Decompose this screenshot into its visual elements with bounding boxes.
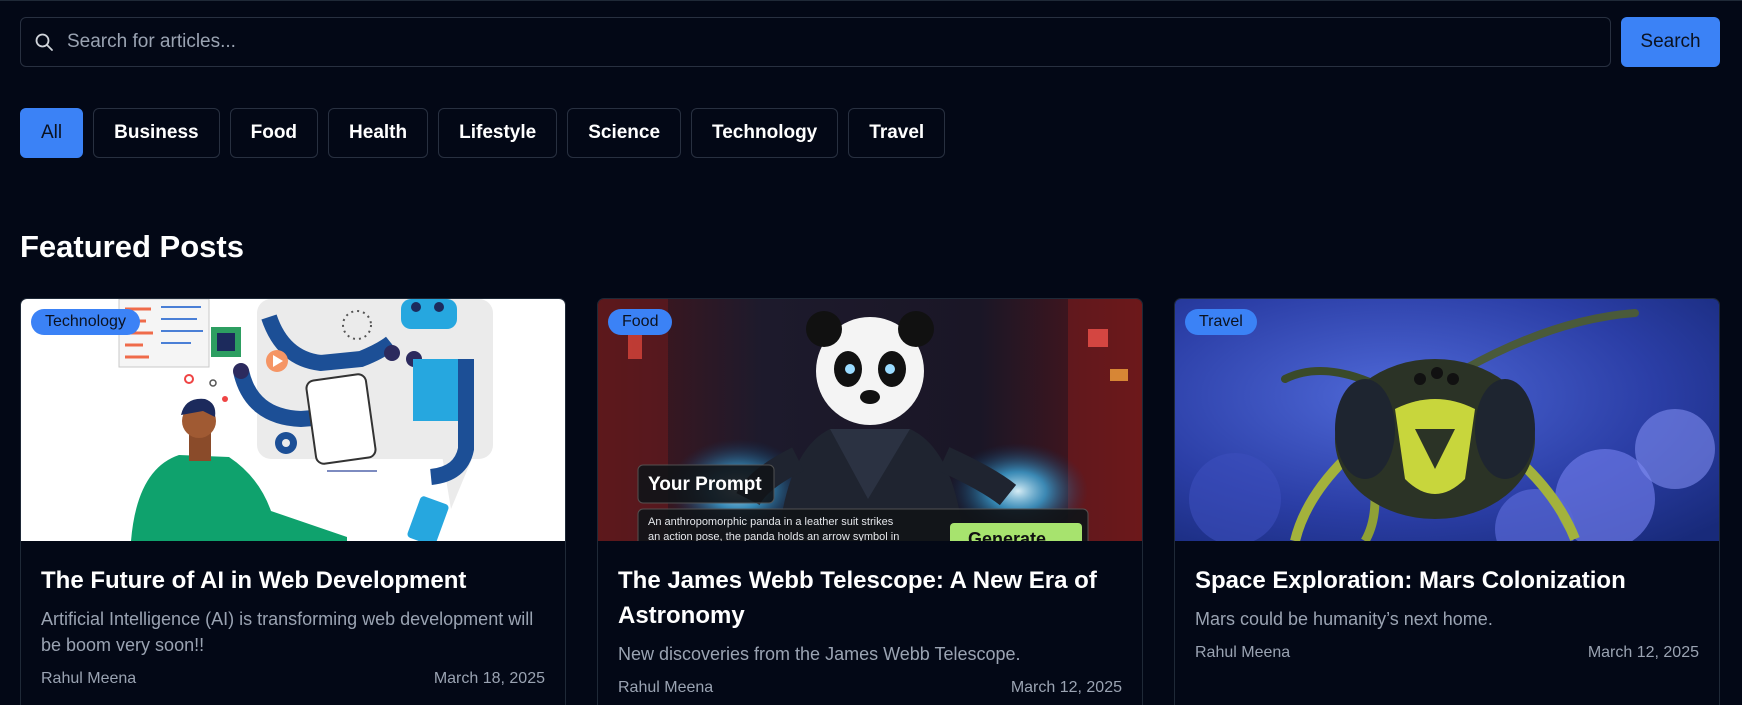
post-author: Rahul Meena xyxy=(1195,644,1291,661)
post-image: Technology xyxy=(21,299,565,541)
category-business[interactable]: Business xyxy=(93,108,220,158)
post-date: March 18, 2025 xyxy=(433,670,545,687)
search-box xyxy=(20,17,1611,67)
category-badge: Food xyxy=(608,309,673,335)
section-title: Featured Posts xyxy=(20,229,244,264)
post-image: Travel xyxy=(1175,299,1719,541)
post-card[interactable]: Technology The Future of AI in Web Devel… xyxy=(20,298,566,705)
prompt-text-line1: An anthropomorphic panda in a leather su… xyxy=(648,516,894,528)
category-all[interactable]: All xyxy=(20,108,84,158)
generate-button-text: Generate xyxy=(968,529,1046,541)
prompt-label: Your Prompt xyxy=(648,474,762,495)
post-description: Artificial Intelligence (AI) is transfor… xyxy=(41,609,534,655)
post-card[interactable]: Travel Space Exploration: Mars Colonizat… xyxy=(1174,298,1720,705)
category-technology[interactable]: Technology xyxy=(691,108,839,158)
search-button[interactable]: Search xyxy=(1621,17,1720,67)
category-badge: Travel xyxy=(1185,309,1257,335)
category-badge: Technology xyxy=(31,309,140,335)
category-filter-bar: All Business Food Health Lifestyle Scien… xyxy=(20,108,946,158)
post-date: March 12, 2025 xyxy=(1587,644,1699,661)
category-science[interactable]: Science xyxy=(567,108,682,158)
category-travel[interactable]: Travel xyxy=(848,108,946,158)
category-health[interactable]: Health xyxy=(328,108,429,158)
search-input[interactable] xyxy=(67,18,1610,66)
category-food[interactable]: Food xyxy=(229,108,319,158)
category-lifestyle[interactable]: Lifestyle xyxy=(438,108,558,158)
post-title[interactable]: The Future of AI in Web Development xyxy=(41,563,545,598)
post-title[interactable]: The James Webb Telescope: A New Era of A… xyxy=(618,563,1122,633)
post-image: Your Prompt An anthropomorphic panda in … xyxy=(598,299,1142,541)
post-description: Mars could be humanity’s next home. xyxy=(1195,609,1493,629)
search-icon xyxy=(21,32,67,52)
blog-page: Search All Business Food Health Lifestyl… xyxy=(0,0,1742,705)
prompt-text-line2: an action pose, the panda holds an arrow… xyxy=(648,531,899,541)
post-author: Rahul Meena xyxy=(618,679,714,696)
post-title[interactable]: Space Exploration: Mars Colonization xyxy=(1195,563,1699,598)
post-author: Rahul Meena xyxy=(41,670,137,687)
post-card[interactable]: Your Prompt An anthropomorphic panda in … xyxy=(597,298,1143,705)
post-date: March 12, 2025 xyxy=(1010,679,1122,696)
search-bar: Search xyxy=(20,17,1720,67)
post-description: New discoveries from the James Webb Tele… xyxy=(618,644,1021,664)
